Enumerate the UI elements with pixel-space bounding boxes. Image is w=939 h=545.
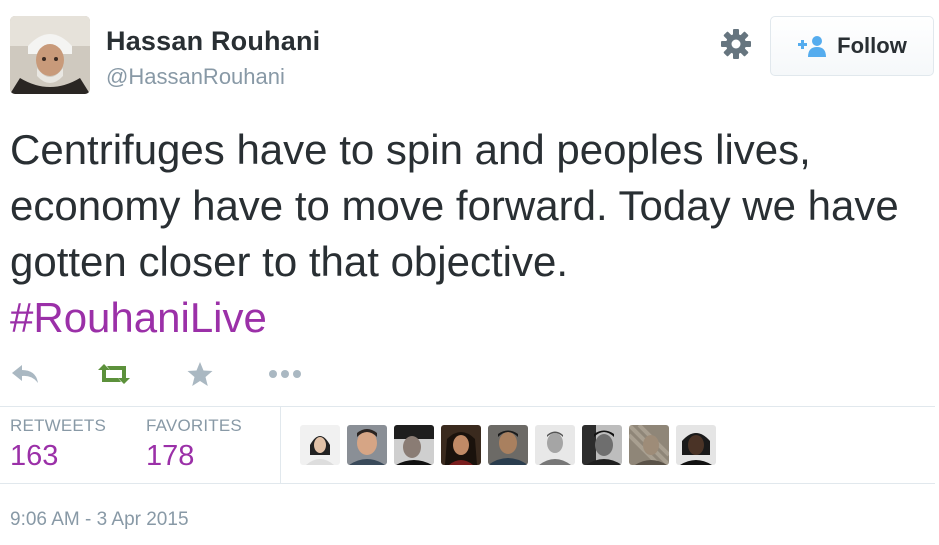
favoriter-avatar[interactable] [629, 425, 669, 465]
favorites-label: FAVORITES [146, 416, 242, 435]
reply-icon [12, 365, 38, 383]
user-avatar[interactable] [10, 16, 90, 94]
more-icon [269, 370, 301, 378]
favorites-count: 178 [146, 440, 195, 472]
favoriter-avatar[interactable] [347, 425, 387, 465]
favoriter-avatar[interactable] [394, 425, 434, 465]
retweets-stat[interactable]: RETWEETS 163 [10, 416, 106, 473]
retweets-label: RETWEETS [10, 416, 107, 435]
retweet-icon [98, 364, 130, 384]
retweets-count: 163 [10, 440, 59, 472]
follow-button-label: Follow [837, 33, 907, 58]
retweet-button[interactable] [96, 356, 132, 392]
favoriter-avatar[interactable] [441, 425, 481, 465]
user-handle[interactable]: @HassanRouhani [106, 64, 285, 90]
follow-button[interactable]: Follow [770, 16, 934, 76]
star-icon [187, 362, 213, 386]
favoriter-avatar[interactable] [535, 425, 575, 465]
favorite-button[interactable] [186, 356, 214, 392]
more-button[interactable] [268, 356, 302, 392]
favoriter-avatar[interactable] [300, 425, 340, 465]
profile-photo-icon [10, 16, 90, 94]
tweet-text: Centrifuges have to spin and peoples liv… [10, 122, 930, 346]
favorites-stat[interactable]: FAVORITES 178 [146, 416, 242, 473]
gear-icon[interactable] [720, 28, 752, 60]
add-user-icon [798, 36, 827, 57]
favoriter-avatar[interactable] [676, 425, 716, 465]
stats-divider-bottom [0, 483, 935, 484]
tweet-body: Centrifuges have to spin and peoples liv… [10, 126, 899, 285]
hashtag-link[interactable]: #RouhaniLive [10, 294, 267, 341]
stats-divider-top [0, 406, 935, 407]
favoriter-avatar[interactable] [488, 425, 528, 465]
favoriter-avatars [300, 425, 716, 465]
tweet-timestamp[interactable]: 9:06 AM - 3 Apr 2015 [10, 509, 189, 531]
user-name[interactable]: Hassan Rouhani [106, 26, 320, 57]
favoriter-avatar[interactable] [582, 425, 622, 465]
reply-button[interactable] [10, 356, 42, 392]
stats-separator [280, 407, 281, 483]
